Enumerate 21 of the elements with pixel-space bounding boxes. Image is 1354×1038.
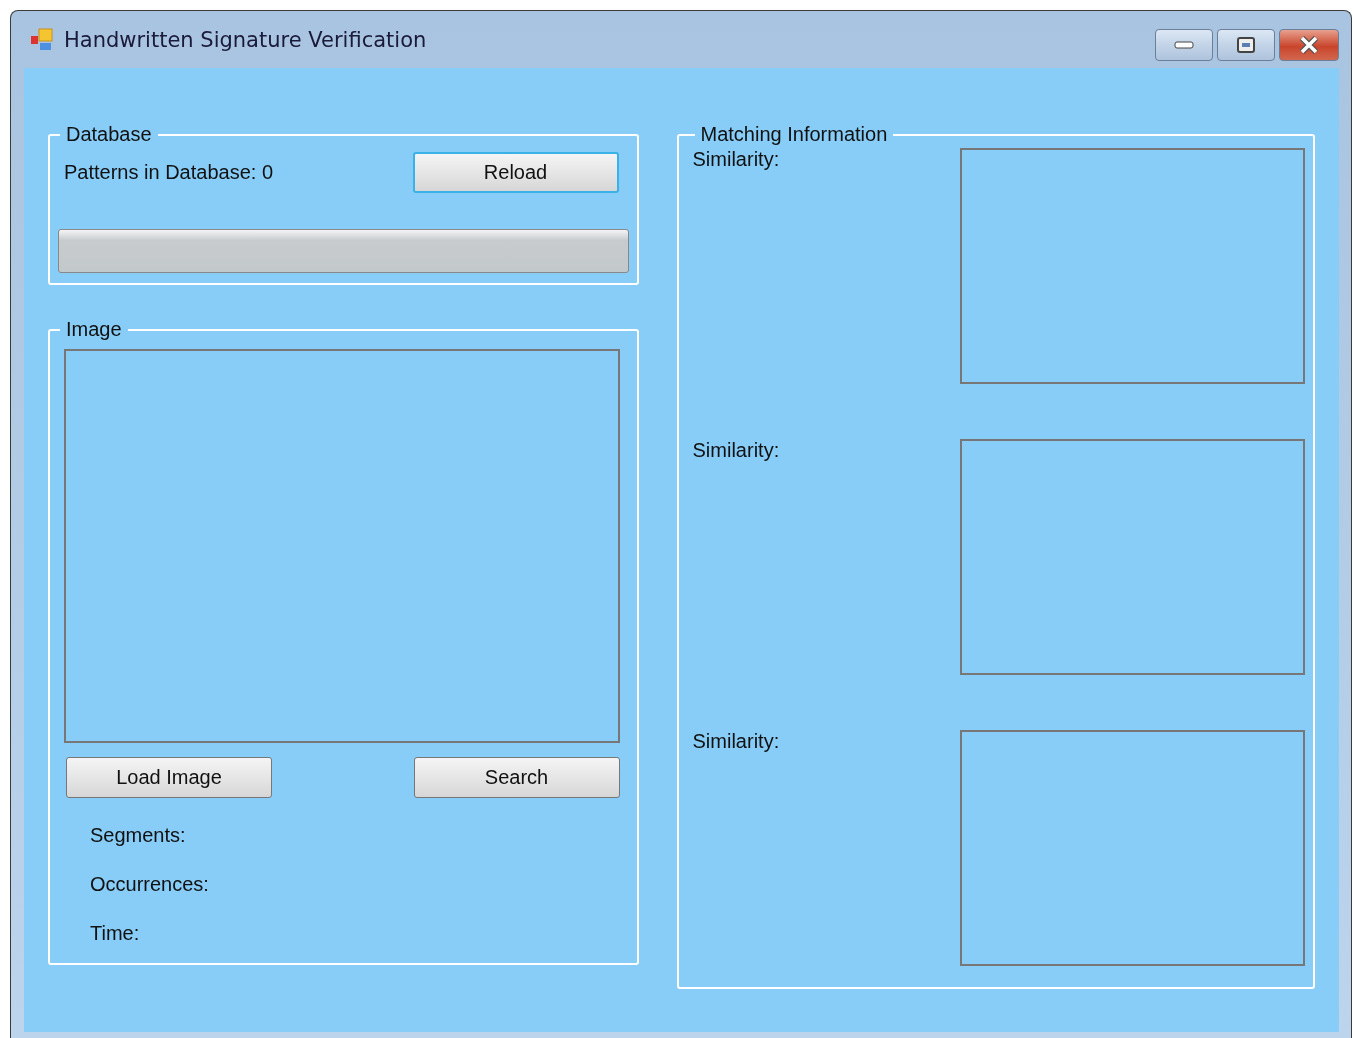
reload-button[interactable]: Reload xyxy=(412,152,619,193)
window-title: Handwritten Signature Verification xyxy=(64,27,427,52)
maximize-icon xyxy=(1237,37,1255,53)
app-icon xyxy=(30,27,54,52)
maximize-button[interactable] xyxy=(1217,29,1275,61)
stat-label: Occurrences: xyxy=(90,873,210,896)
group-title: Matching Information xyxy=(699,123,889,146)
stat-label: Time: xyxy=(90,922,141,945)
minimize-icon xyxy=(1174,41,1194,49)
patterns-count: Patterns in Database: 0 xyxy=(64,161,273,184)
stat-label: Segments: xyxy=(90,824,187,847)
close-button[interactable] xyxy=(1279,29,1339,61)
close-icon xyxy=(1299,36,1319,54)
group-title: Database xyxy=(65,123,153,146)
similarity-label: Similarity: xyxy=(692,730,780,754)
search-button[interactable]: Search xyxy=(413,757,620,798)
similarity-label: Similarity: xyxy=(692,439,780,463)
load-image-button[interactable]: Load Image xyxy=(66,757,272,798)
similarity-label: Similarity: xyxy=(692,148,780,172)
group-title: Image xyxy=(65,318,123,341)
minimize-button[interactable] xyxy=(1155,29,1213,61)
